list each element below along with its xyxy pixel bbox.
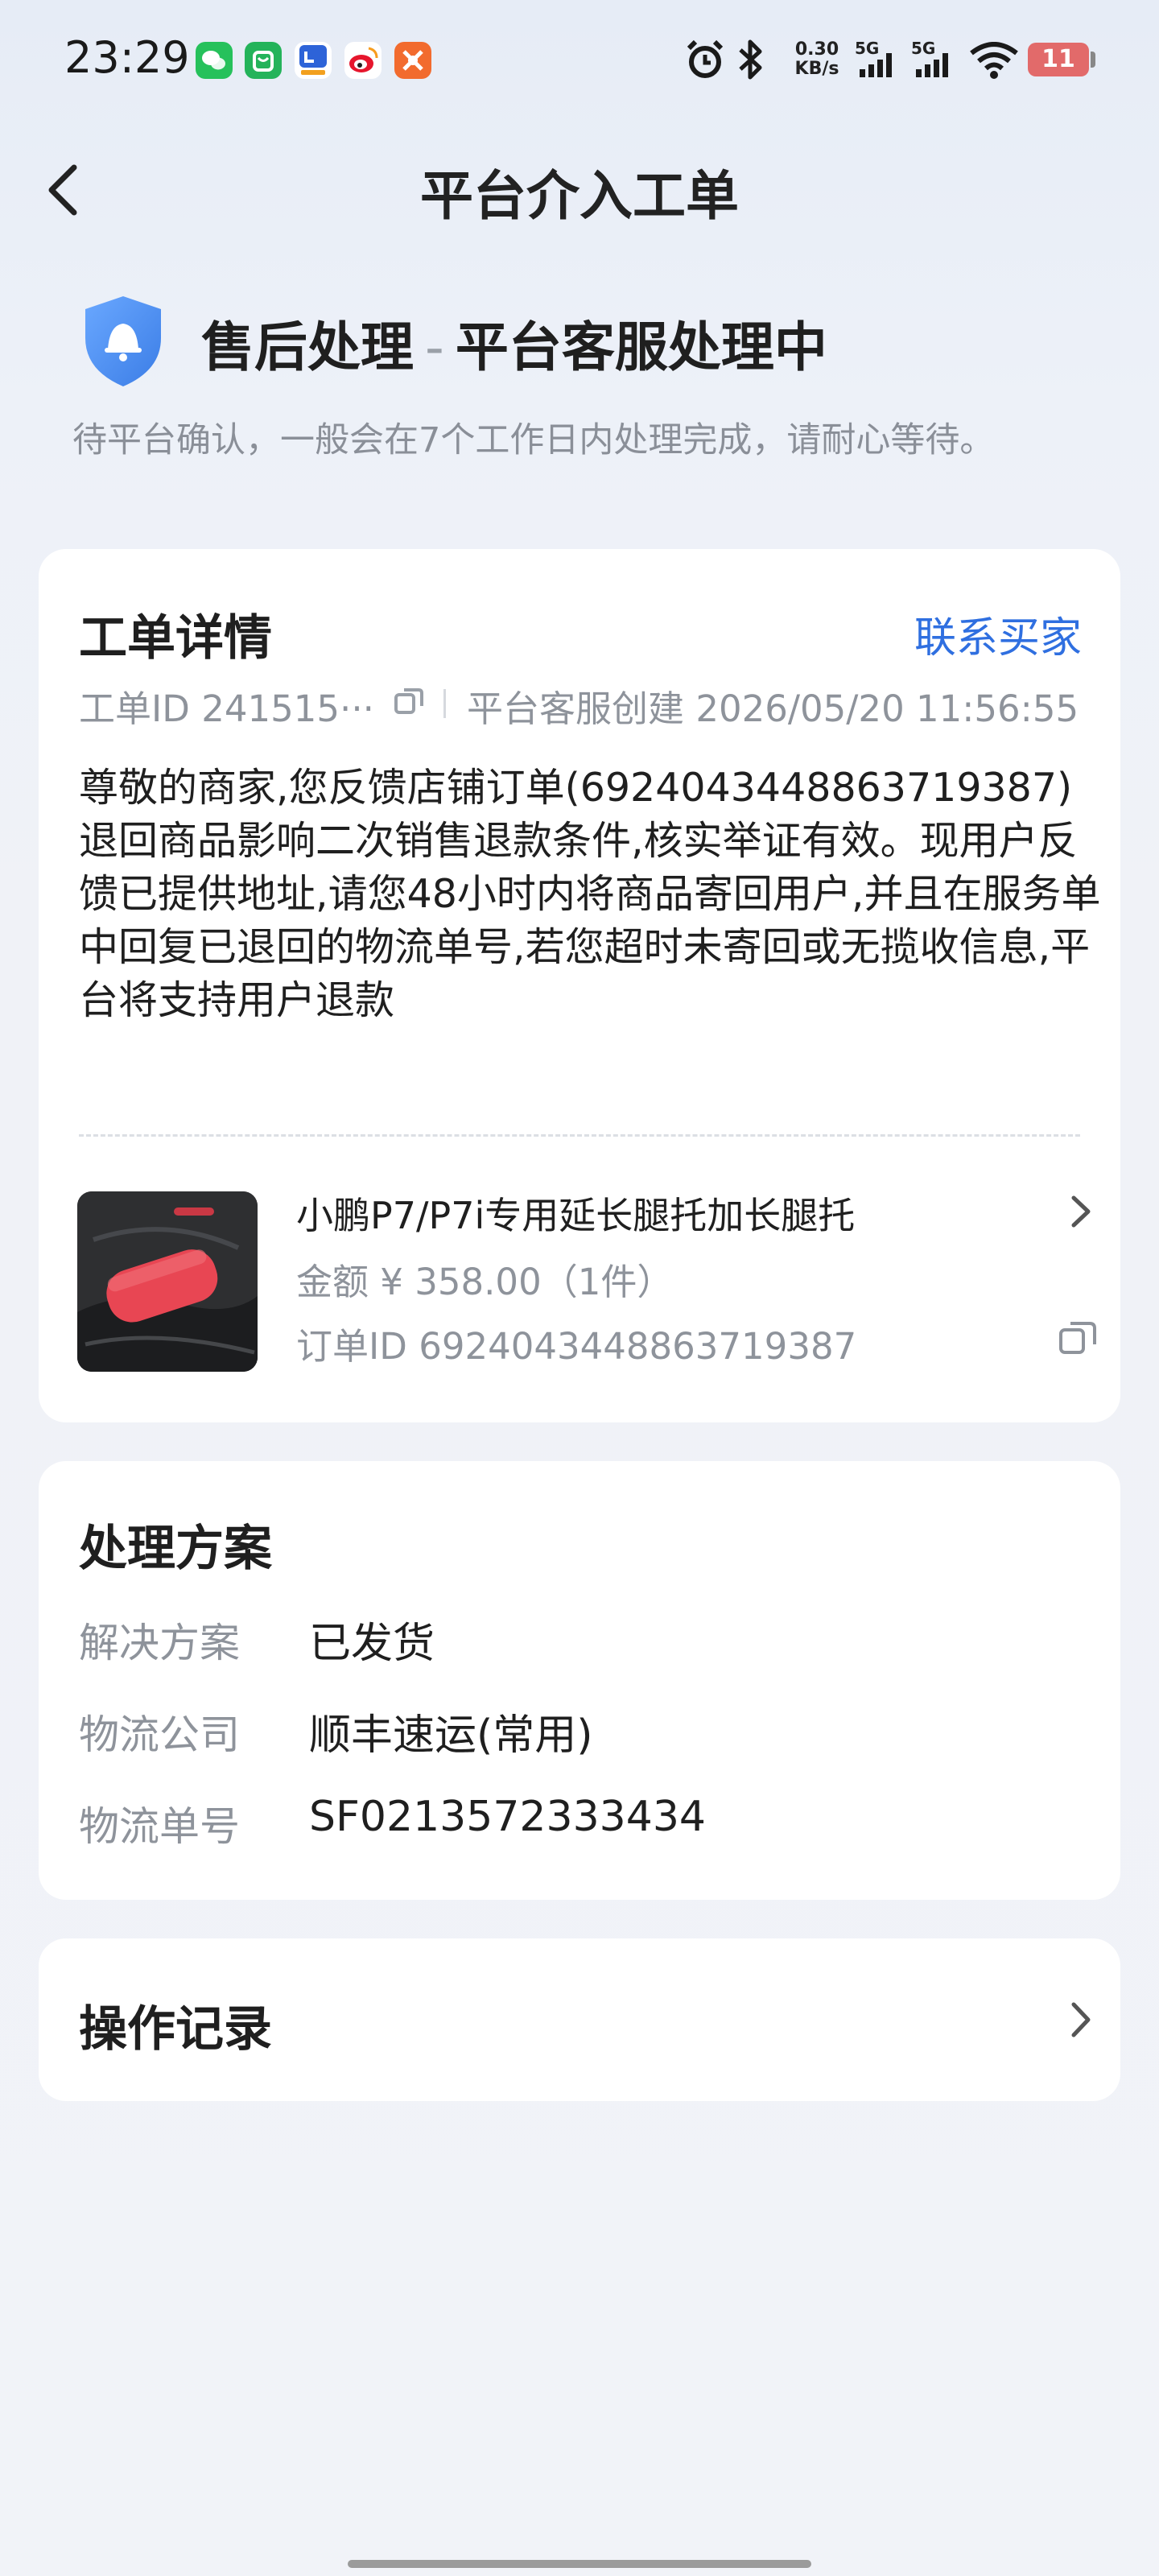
- logistics-company-label: 物流公司: [79, 1711, 240, 1758]
- ticket-message: 尊敬的商家,您反馈店铺订单(6924043448863719387)退回商品影响…: [79, 765, 1101, 1023]
- ticket-detail-card: 工单详情 联系买家 工单ID 241515··· 平台客服创建 2026/05/…: [39, 549, 1120, 1422]
- solution-title: 处理方案: [79, 1521, 272, 1577]
- net-speed-unit: KB/s: [794, 59, 839, 79]
- status-main: 售后处理: [201, 316, 414, 378]
- solution-label: 解决方案: [79, 1620, 240, 1666]
- wechat-icon: [196, 42, 233, 79]
- mi-store-icon: [245, 42, 282, 79]
- dashed-divider: [79, 1134, 1080, 1137]
- meta-divider: [443, 689, 446, 718]
- product-row[interactable]: 小鹏P7/P7i专用延长腿托加长腿托 金额 ¥ 358.00（1件） 订单ID …: [39, 1185, 1120, 1378]
- status-title: 售后处理 - 平台客服处理中: [201, 304, 827, 382]
- page-title: 平台介入工单: [420, 165, 739, 227]
- bank-app-icon: [295, 42, 332, 79]
- product-image: [77, 1191, 258, 1372]
- solution-value: 已发货: [309, 1620, 435, 1668]
- ticket-created-at: 2026/05/20 11:56:55: [695, 687, 1079, 730]
- product-order-id: 订单ID 6924043448863719387: [296, 1325, 857, 1368]
- ticket-creator: 平台客服创建: [467, 687, 685, 730]
- copy-order-id-button[interactable]: [1054, 1314, 1103, 1362]
- copy-icon: [1059, 1322, 1096, 1354]
- chevron-right-icon: [1069, 1193, 1093, 1233]
- product-amount: 金额 ¥ 358.00（1件）: [296, 1261, 674, 1303]
- contact-buyer-link[interactable]: 联系买家: [914, 604, 1082, 664]
- tracking-number-value: SF0213572333434: [309, 1793, 707, 1841]
- ticket-created: 平台客服创建 2026/05/20 11:56:55: [467, 679, 1079, 732]
- copy-ticket-id-button[interactable]: [390, 682, 430, 722]
- bluetooth-icon: [734, 37, 769, 85]
- weibo-icon: [344, 42, 382, 79]
- status-separator: -: [425, 316, 444, 378]
- ticket-id: 工单ID 241515···: [79, 687, 374, 730]
- solution-card: 处理方案 解决方案 已发货 物流公司 顺丰速运(常用) 物流单号 SF02135…: [39, 1461, 1120, 1900]
- wifi-icon: [968, 42, 1020, 82]
- chevron-right-icon: [1069, 2000, 1093, 2043]
- orange-app-icon: [394, 42, 431, 79]
- battery-cap: [1091, 52, 1095, 68]
- logistics-company-value: 顺丰速运(常用): [309, 1711, 593, 1760]
- operation-records-row[interactable]: 操作记录: [39, 1938, 1120, 2101]
- copy-icon: [394, 688, 423, 714]
- status-description: 待平台确认，一般会在7个工作日内处理完成，请耐心等待。: [72, 420, 995, 460]
- records-title: 操作记录: [79, 2001, 272, 2058]
- net-speed: 0.30 KB/s: [785, 40, 849, 79]
- alarm-icon: [683, 37, 728, 85]
- shield-bell-icon: [79, 293, 167, 393]
- product-name: 小鹏P7/P7i专用延长腿托加长腿托: [296, 1194, 856, 1237]
- status-sub: 平台客服处理中: [455, 316, 827, 378]
- ticket-title: 工单详情: [79, 610, 272, 667]
- status-time: 23:29: [64, 32, 190, 83]
- tracking-number-label: 物流单号: [79, 1803, 240, 1850]
- net-speed-value: 0.30: [794, 39, 839, 60]
- battery-indicator: 11: [1028, 43, 1089, 76]
- home-indicator[interactable]: [348, 2560, 811, 2568]
